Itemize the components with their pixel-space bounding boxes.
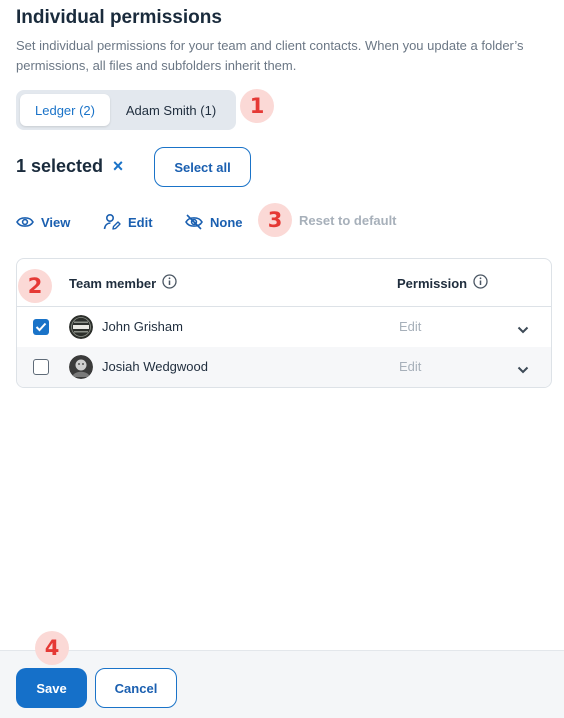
edit-label: Edit	[128, 214, 153, 230]
avatar	[69, 355, 93, 379]
row-checkbox-unchecked[interactable]	[33, 359, 49, 375]
table-row[interactable]: John Grisham Edit	[17, 307, 551, 347]
info-icon[interactable]	[473, 274, 488, 292]
footer-bar: Save Cancel	[0, 650, 564, 718]
none-label: None	[210, 214, 243, 230]
avatar	[69, 315, 93, 339]
member-name: John Grisham	[102, 319, 183, 334]
tab-adam-smith[interactable]: Adam Smith (1)	[110, 94, 232, 126]
clear-selection-button[interactable]: ×	[110, 156, 126, 176]
eye-icon	[16, 215, 34, 229]
cancel-button[interactable]: Cancel	[95, 668, 177, 708]
annotation-marker-4: 4	[35, 631, 69, 665]
tab-ledger[interactable]: Ledger (2)	[20, 94, 110, 126]
save-button[interactable]: Save	[16, 668, 87, 708]
table-row[interactable]: Josiah Wedgwood Edit	[17, 347, 551, 387]
set-none-button[interactable]: None	[185, 212, 243, 232]
annotation-marker-1: 1	[240, 89, 274, 123]
annotation-marker-3: 3	[258, 203, 292, 237]
reset-to-default-button[interactable]: Reset to default	[299, 213, 397, 228]
permission-value: Edit	[399, 319, 422, 334]
view-label: View	[41, 214, 71, 230]
chevron-down-icon[interactable]	[517, 361, 529, 379]
eye-off-icon	[185, 214, 203, 230]
page-title: Individual permissions	[16, 7, 222, 28]
members-table: Team member Permission John Grisham Edit	[16, 258, 552, 388]
annotation-marker-2: 2	[18, 269, 52, 303]
set-view-button[interactable]: View	[16, 212, 70, 232]
permission-value: Edit	[399, 359, 422, 374]
member-name: Josiah Wedgwood	[102, 359, 208, 374]
selected-count: 1 selected	[16, 156, 104, 176]
edit-user-icon	[103, 213, 121, 231]
select-all-button[interactable]: Select all	[154, 147, 251, 187]
team-member-column-header: Team member	[69, 274, 177, 292]
info-icon[interactable]	[162, 274, 177, 292]
permission-column-header: Permission	[397, 274, 488, 292]
chevron-down-icon[interactable]	[517, 321, 529, 339]
row-checkbox-checked[interactable]	[33, 319, 49, 335]
page-description: Set individual permissions for your team…	[16, 38, 524, 73]
table-header: Team member Permission	[17, 259, 551, 307]
contact-group-tabs: Ledger (2) Adam Smith (1)	[16, 90, 236, 130]
set-edit-button[interactable]: Edit	[103, 212, 153, 232]
